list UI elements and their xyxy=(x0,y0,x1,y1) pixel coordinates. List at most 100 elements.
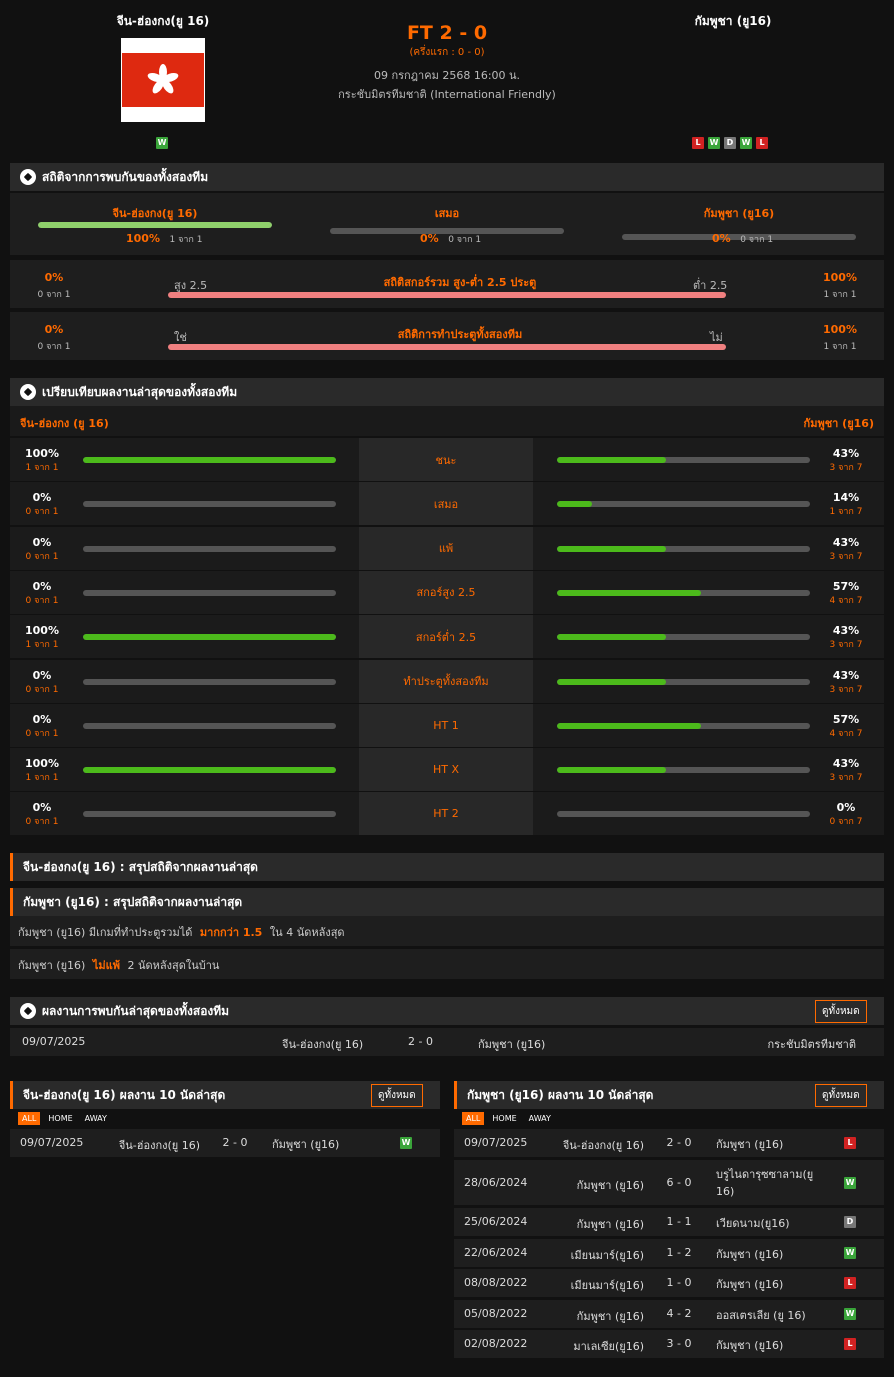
summary-line-1: กัมพูชา (ยู16) มีเกมที่ทำประตูรวมได้ มาก… xyxy=(10,916,884,946)
result-date: 25/06/2024 xyxy=(464,1215,528,1228)
result-away: ออสเตรเลีย (ยู 16) xyxy=(716,1309,806,1322)
compare-left-sub: 0 จาก 1 xyxy=(25,551,59,562)
compare-right-pct: 14% xyxy=(832,491,860,505)
away-team-name[interactable]: กัมพูชา (ยู16) xyxy=(660,12,806,31)
compare-row: 100% 1 จาก 1 สกอร์ต่ำ 2.5 43% 3 จาก 7 xyxy=(10,615,884,660)
compare-left-pct: 100% xyxy=(25,757,59,771)
compare-right-sub: 3 จาก 7 xyxy=(829,463,863,473)
compare-row: 0% 0 จาก 1 แพ้ 43% 3 จาก 7 xyxy=(10,526,884,571)
h2h-results-title: ผลงานการพบกันล่าสุดของทั้งสองทีม xyxy=(42,1003,230,1018)
compare-left-sub: 0 จาก 1 xyxy=(25,728,59,739)
compare-left-bar xyxy=(83,678,336,685)
result-away: บรูไนดารุซซาลาม(ยู 16) xyxy=(716,1168,814,1198)
last10-away-title: กัมพูชา (ยู16) ผลงาน 10 นัดล่าสุด xyxy=(467,1087,654,1102)
compare-row-label: เสมอ xyxy=(359,482,533,526)
result-row[interactable]: 08/08/2022 เมียนมาร์(ยู16) 1 - 0 กัมพูชา… xyxy=(454,1269,884,1297)
result-score: 2 - 0 xyxy=(666,1136,692,1149)
tab-away[interactable]: AWAY xyxy=(525,1112,555,1125)
result-date: 02/08/2022 xyxy=(464,1337,528,1350)
h2h-result-row[interactable]: 09/07/2025 จีน-ฮ่องกง(ยู 16) 2 - 0 กัมพู… xyxy=(10,1028,884,1056)
tab-all[interactable]: ALL xyxy=(462,1112,485,1125)
compare-row-label: สกอร์ต่ำ 2.5 xyxy=(359,615,533,659)
tab-home[interactable]: HOME xyxy=(44,1112,76,1125)
compare-right-sub: 3 จาก 7 xyxy=(829,551,863,562)
compare-left-pct: 0% xyxy=(32,668,52,682)
h2h-draw-pct: 0% xyxy=(420,232,439,245)
compare-right-bar xyxy=(557,589,810,596)
tab-all[interactable]: ALL xyxy=(18,1112,41,1125)
compare-row: 100% 1 จาก 1 ชนะ 43% 3 จาก 7 xyxy=(10,438,884,482)
result-badge: W xyxy=(844,1177,856,1189)
h2h-results-header: ผลงานการพบกันล่าสุดของทั้งสองทีม xyxy=(10,997,884,1025)
ou-bar xyxy=(168,292,726,298)
last10-home-view-all-button[interactable]: ดูทั้งหมด xyxy=(371,1084,423,1107)
form-badge: W xyxy=(708,137,720,149)
result-away: กัมพูชา (ยู16) xyxy=(716,1248,784,1261)
ou-title: สถิติสกอร์รวม สูง-ต่ำ 2.5 ประตู xyxy=(383,276,537,289)
result-row[interactable]: 09/07/2025 จีน-ฮ่องกง(ยู 16) 2 - 0 กัมพู… xyxy=(454,1129,884,1157)
result-badge: L xyxy=(844,1277,856,1289)
home-team-name[interactable]: จีน-ฮ่องกง(ยู 16) xyxy=(90,12,236,31)
tab-away[interactable]: AWAY xyxy=(81,1112,111,1125)
result-home: จีน-ฮ่องกง(ยู 16) xyxy=(118,1139,200,1152)
compare-left-bar xyxy=(83,501,336,508)
summary-line-1-c: ใน 4 นัดหลังสุด xyxy=(269,926,345,939)
result-badge: W xyxy=(844,1308,856,1320)
result-row[interactable]: 22/06/2024 เมียนมาร์(ยู16) 1 - 2 กัมพูชา… xyxy=(454,1239,884,1267)
form-badge: L xyxy=(756,137,768,149)
compare-right-pct: 43% xyxy=(832,624,860,638)
ou-right-sub: 1 จาก 1 xyxy=(823,290,857,300)
compare-left-bar xyxy=(83,589,336,596)
compare-row: 0% 0 จาก 1 เสมอ 14% 1 จาก 7 xyxy=(10,482,884,527)
h2h-away: กัมพูชา (ยู16) xyxy=(478,1038,546,1051)
btts-title: สถิติการทำประตูทั้งสองทีม xyxy=(397,328,523,341)
ou-left-pct: 0% xyxy=(44,271,64,284)
compare-right-bar xyxy=(557,634,810,641)
halftime-score: (ครึ่งแรก : 0 - 0) xyxy=(409,47,485,58)
home-form-badges: W xyxy=(156,135,172,149)
result-home: เมียนมาร์(ยู16) xyxy=(570,1249,644,1262)
away-summary-title: กัมพูชา (ยู16) : สรุปสถิติจากผลงานล่าสุด xyxy=(23,894,243,909)
compare-home-label: จีน-ฮ่องกง (ยู 16) xyxy=(20,417,109,430)
compare-row: 0% 0 จาก 1 ทำประตูทั้งสองทีม 43% 3 จาก 7 xyxy=(10,659,884,704)
compare-right-sub: 0 จาก 7 xyxy=(829,817,863,828)
h2h-draw-label: เสมอ xyxy=(434,207,460,220)
compare-left-bar xyxy=(83,457,336,463)
result-row[interactable]: 09/07/2025 จีน-ฮ่องกง(ยู 16) 2 - 0 กัมพู… xyxy=(10,1129,440,1157)
compare-left-sub: 0 จาก 1 xyxy=(25,684,59,695)
compare-left-sub: 0 จาก 1 xyxy=(25,817,59,828)
result-row[interactable]: 25/06/2024 กัมพูชา (ยู16) 1 - 1 เวียดนาม… xyxy=(454,1208,884,1236)
btts-bar xyxy=(168,344,726,350)
result-score: 1 - 1 xyxy=(666,1215,692,1228)
result-away: กัมพูชา (ยู16) xyxy=(272,1138,340,1151)
h2h-stats-header: สถิติจากการพบกันของทั้งสองทีม xyxy=(10,163,884,191)
btts-right-sub: 1 จาก 1 xyxy=(823,342,857,352)
compare-row-label: ชนะ xyxy=(359,438,533,481)
form-badge: L xyxy=(692,137,704,149)
result-score: 1 - 2 xyxy=(666,1246,692,1259)
tab-home[interactable]: HOME xyxy=(488,1112,520,1125)
compare-right-sub: 4 จาก 7 xyxy=(829,728,863,739)
compare-left-pct: 0% xyxy=(32,579,52,593)
compare-right-sub: 3 จาก 7 xyxy=(829,773,863,784)
last10-away-view-all-button[interactable]: ดูทั้งหมด xyxy=(815,1084,867,1107)
result-badge: L xyxy=(844,1338,856,1350)
result-row[interactable]: 05/08/2022 กัมพูชา (ยู16) 4 - 2 ออสเตรเล… xyxy=(454,1300,884,1328)
result-row[interactable]: 28/06/2024 กัมพูชา (ยู16) 6 - 0 บรูไนดาร… xyxy=(454,1160,884,1205)
compare-row: 100% 1 จาก 1 HT X 43% 3 จาก 7 xyxy=(10,748,884,793)
result-home: กัมพูชา (ยู16) xyxy=(576,1179,644,1192)
compare-row: 0% 0 จาก 1 HT 1 57% 4 จาก 7 xyxy=(10,703,884,748)
h2h-view-all-button[interactable]: ดูทั้งหมด xyxy=(815,1000,867,1023)
result-row[interactable]: 02/08/2022 มาเลเซีย(ยู16) 3 - 0 กัมพูชา … xyxy=(454,1330,884,1358)
home-team-flag[interactable] xyxy=(121,38,205,122)
result-date: 08/08/2022 xyxy=(464,1276,528,1289)
compare-row: 0% 0 จาก 1 HT 2 0% 0 จาก 7 xyxy=(10,792,884,837)
ou-right-pct: 100% xyxy=(823,271,857,284)
form-badge: D xyxy=(724,137,736,149)
result-date: 09/07/2025 xyxy=(464,1136,528,1149)
soccer-ball-icon xyxy=(20,169,36,185)
result-score: 1 - 0 xyxy=(666,1276,692,1289)
compare-row-label: HT 2 xyxy=(359,792,533,836)
compare-team-labels: จีน-ฮ่องกง (ยู 16) กัมพูชา (ยู16) xyxy=(10,406,884,436)
compare-right-pct: 43% xyxy=(832,447,860,460)
